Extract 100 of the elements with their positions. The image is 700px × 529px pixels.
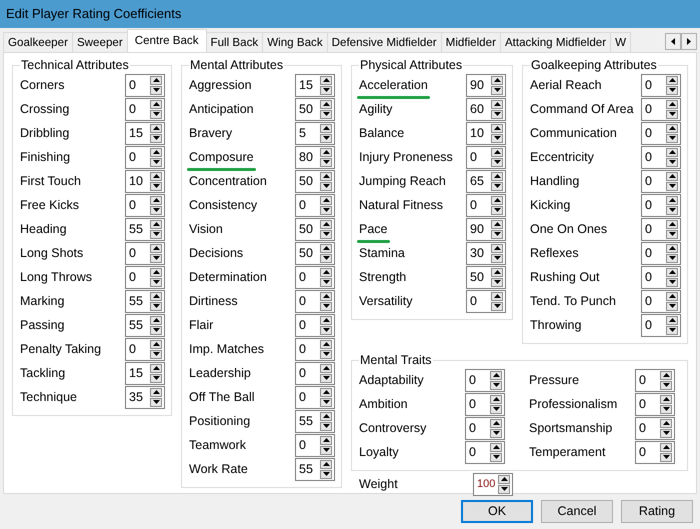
number-field[interactable]: 10 (466, 122, 506, 144)
number-field[interactable]: 0 (466, 146, 506, 168)
spin-down-button[interactable] (320, 278, 332, 286)
spin-down-button[interactable] (320, 230, 332, 238)
spin-down-button[interactable] (666, 230, 678, 238)
spin-down-button[interactable] (150, 206, 162, 214)
spin-down-button[interactable] (491, 134, 503, 142)
scroll-right-button[interactable] (681, 33, 697, 50)
number-field[interactable]: 0 (295, 386, 335, 408)
spin-down-button[interactable] (320, 470, 332, 478)
spin-down-button[interactable] (320, 422, 332, 430)
spin-down-button[interactable] (491, 278, 503, 286)
number-field[interactable]: 0 (295, 290, 335, 312)
number-field[interactable]: 0 (641, 266, 681, 288)
number-field[interactable]: 50 (295, 170, 335, 192)
number-field[interactable]: 0 (641, 74, 681, 96)
spin-up-button[interactable] (320, 124, 332, 132)
spin-up-button[interactable] (150, 388, 162, 396)
spin-down-button[interactable] (320, 326, 332, 334)
spin-up-button[interactable] (320, 436, 332, 444)
spin-up-button[interactable] (490, 442, 502, 452)
tab[interactable]: Goalkeeper (3, 32, 73, 52)
spin-down-button[interactable] (320, 134, 332, 142)
spin-up-button[interactable] (666, 172, 678, 180)
spin-down-button[interactable] (320, 302, 332, 310)
number-field[interactable]: 55 (295, 458, 335, 480)
number-field[interactable]: 0 (641, 170, 681, 192)
number-field[interactable]: 50 (295, 218, 335, 240)
spin-up-button[interactable] (150, 76, 162, 84)
number-field[interactable]: 0 (641, 146, 681, 168)
spin-up-button[interactable] (491, 220, 503, 228)
spin-down-button[interactable] (320, 110, 332, 118)
spin-up-button[interactable] (666, 268, 678, 276)
number-field[interactable]: 0 (295, 434, 335, 456)
spin-down-button[interactable] (150, 350, 162, 358)
number-field[interactable]: 90 (466, 218, 506, 240)
spin-down-button[interactable] (490, 380, 502, 390)
number-field[interactable]: 0 (641, 218, 681, 240)
spin-down-button[interactable] (150, 230, 162, 238)
spin-up-button[interactable] (666, 220, 678, 228)
number-field[interactable]: 55 (295, 410, 335, 432)
spin-up-button[interactable] (150, 148, 162, 156)
spin-down-button[interactable] (666, 134, 678, 142)
spin-up-button[interactable] (660, 370, 672, 380)
number-field[interactable]: 0 (295, 266, 335, 288)
number-field[interactable]: 35 (125, 386, 165, 408)
spin-up-button[interactable] (498, 474, 510, 484)
spin-up-button[interactable] (666, 316, 678, 324)
spin-down-button[interactable] (150, 158, 162, 166)
spin-up-button[interactable] (320, 76, 332, 84)
number-field[interactable]: 0 (125, 338, 165, 360)
number-field[interactable]: 0 (125, 146, 165, 168)
number-field[interactable]: 0 (466, 290, 506, 312)
spin-up-button[interactable] (320, 220, 332, 228)
spin-up-button[interactable] (490, 370, 502, 380)
spin-down-button[interactable] (150, 302, 162, 310)
spin-down-button[interactable] (666, 302, 678, 310)
spin-down-button[interactable] (666, 278, 678, 286)
number-field[interactable]: 0 (125, 98, 165, 120)
number-field[interactable]: 0 (635, 416, 675, 440)
number-field[interactable]: 50 (295, 242, 335, 264)
spin-down-button[interactable] (666, 326, 678, 334)
number-field[interactable]: 0 (635, 440, 675, 464)
spin-up-button[interactable] (320, 340, 332, 348)
spin-down-button[interactable] (320, 374, 332, 382)
number-field[interactable]: 30 (466, 242, 506, 264)
spin-down-button[interactable] (490, 428, 502, 438)
spin-up-button[interactable] (491, 292, 503, 300)
spin-up-button[interactable] (491, 76, 503, 84)
spin-down-button[interactable] (320, 158, 332, 166)
spin-down-button[interactable] (150, 182, 162, 190)
number-field[interactable]: 0 (641, 98, 681, 120)
spin-up-button[interactable] (150, 364, 162, 372)
spin-down-button[interactable] (320, 254, 332, 262)
spin-down-button[interactable] (150, 86, 162, 94)
number-field[interactable]: 0 (125, 266, 165, 288)
spin-up-button[interactable] (320, 148, 332, 156)
number-field[interactable]: 80 (295, 146, 335, 168)
spin-down-button[interactable] (150, 278, 162, 286)
spin-up-button[interactable] (660, 394, 672, 404)
spin-up-button[interactable] (490, 394, 502, 404)
scroll-left-button[interactable] (665, 33, 681, 50)
spin-down-button[interactable] (498, 484, 510, 494)
spin-up-button[interactable] (150, 316, 162, 324)
number-field[interactable]: 0 (641, 194, 681, 216)
number-field[interactable]: 0 (465, 416, 505, 440)
dialog-button[interactable]: Rating (621, 500, 693, 523)
spin-up-button[interactable] (150, 196, 162, 204)
spin-down-button[interactable] (150, 326, 162, 334)
spin-down-button[interactable] (490, 404, 502, 414)
number-field[interactable]: 0 (465, 368, 505, 392)
spin-down-button[interactable] (150, 398, 162, 406)
spin-up-button[interactable] (490, 418, 502, 428)
spin-up-button[interactable] (320, 100, 332, 108)
number-field[interactable]: 55 (125, 290, 165, 312)
spin-up-button[interactable] (150, 268, 162, 276)
spin-down-button[interactable] (491, 254, 503, 262)
dialog-button[interactable]: Cancel (541, 500, 613, 523)
spin-down-button[interactable] (660, 380, 672, 390)
spin-down-button[interactable] (491, 110, 503, 118)
